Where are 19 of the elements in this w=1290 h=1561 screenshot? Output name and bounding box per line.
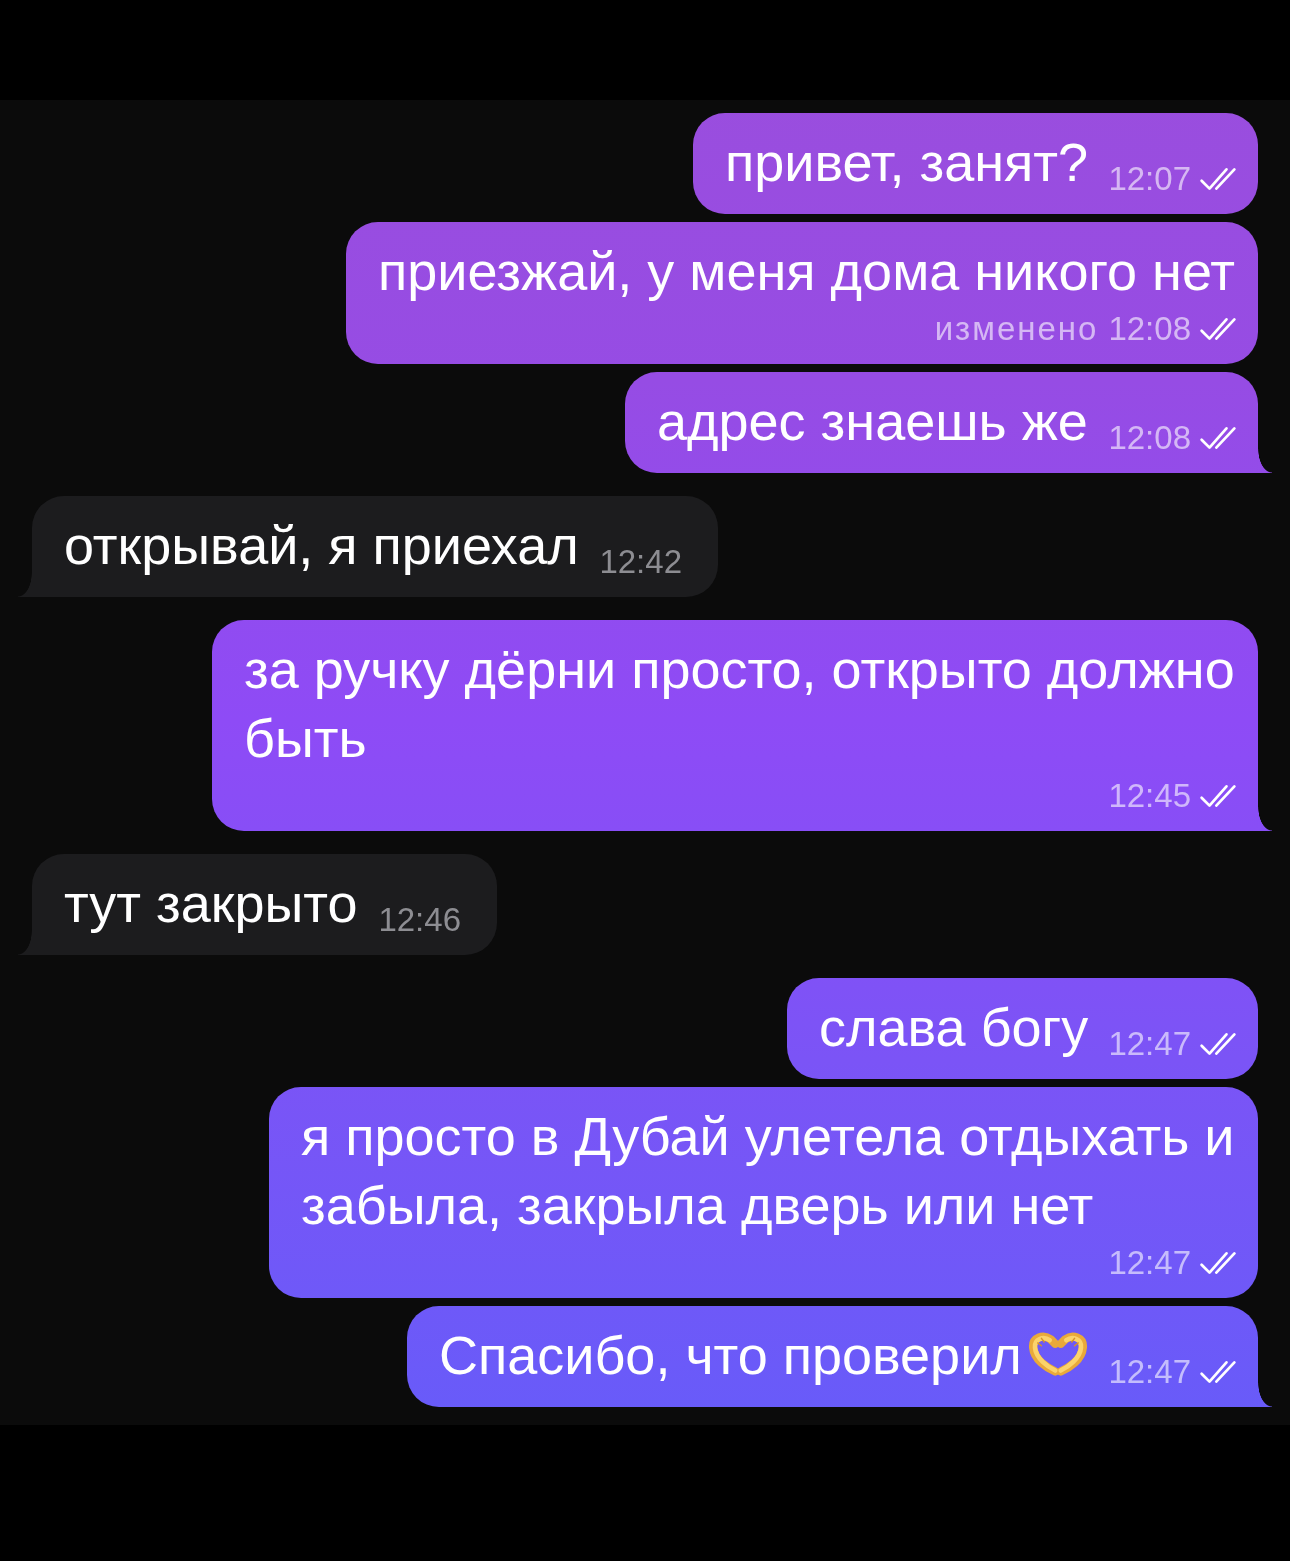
message-text: слава богу — [819, 996, 1089, 1059]
message-text: привет, занят? — [725, 131, 1089, 194]
message-text: я просто в Дубай улетела отдыхать и забыла, закрыла дверь или нет — [301, 1105, 1236, 1237]
message-text: за ручку дёрни просто, открыто должно быть — [244, 638, 1236, 770]
message-time: 12:42 — [599, 544, 682, 580]
message-text: Спасибо, что проверил — [439, 1324, 1022, 1387]
message-text: приезжай, у меня дома никого нет — [378, 240, 1235, 303]
message-time: 12:08 — [1108, 311, 1191, 347]
message-text: открывай, я приехал — [64, 514, 579, 577]
message-text: тут закрыто — [64, 872, 358, 935]
message-time: 12:47 — [1108, 1026, 1191, 1062]
message-time: 12:47 — [1108, 1245, 1191, 1281]
message-time: 12:47 — [1108, 1354, 1191, 1390]
message-time: 12:08 — [1108, 420, 1191, 456]
edited-label: изменено — [934, 311, 1099, 347]
message-time: 12:07 — [1108, 161, 1191, 197]
message-time: 12:45 — [1108, 778, 1191, 814]
message-time: 12:46 — [378, 902, 461, 938]
message-text: адрес знаешь же — [657, 390, 1088, 453]
